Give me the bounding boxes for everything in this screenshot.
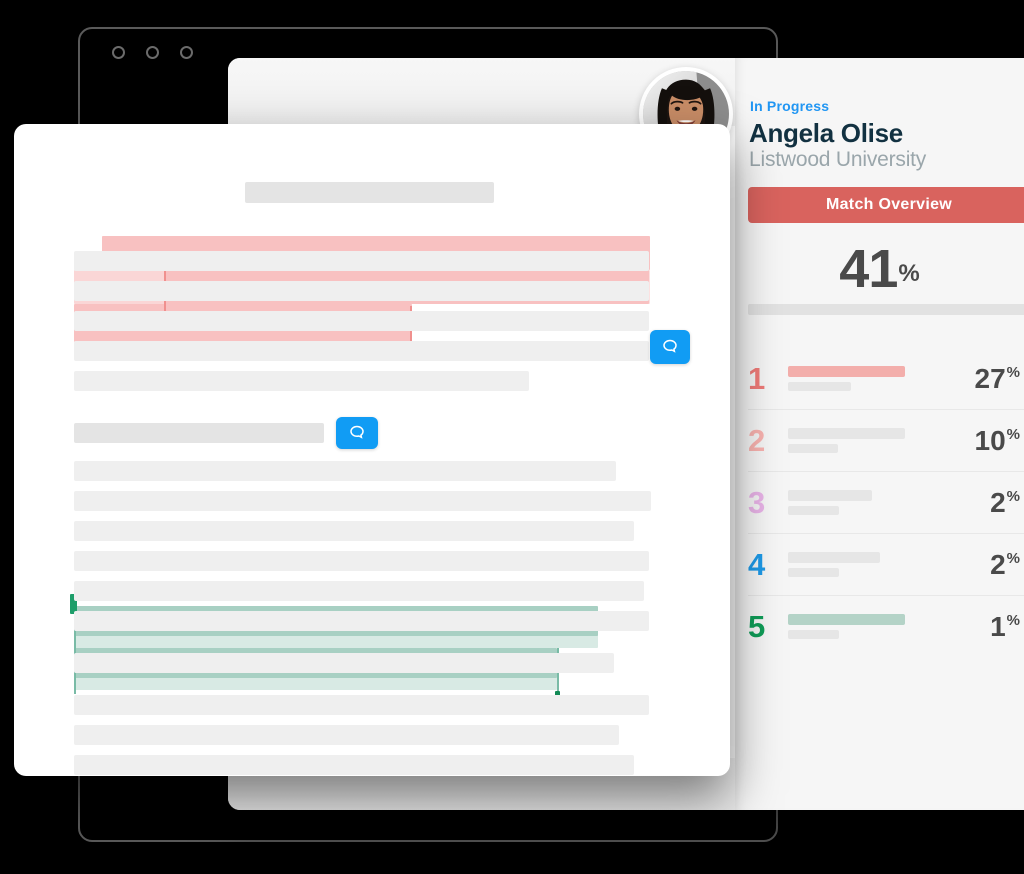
rank-value: 10% [946,425,1024,457]
screenshot-stage: In Progress Angela Olise Listwood Univer… [0,0,1024,874]
panel-divider [748,304,1024,315]
candidate-organization: Listwood University [749,148,927,171]
text-line [74,611,649,631]
rank-value-number: 10 [974,424,1006,456]
text-line [74,695,649,715]
rank-value-percent-sign: % [1006,550,1020,568]
match-ranking-row[interactable]: 5 1% [748,596,1024,657]
text-line [74,281,649,301]
text-line [74,341,649,361]
match-score-percent-sign: % [898,259,920,287]
rank-value-percent-sign: % [1006,488,1020,506]
rank-value-percent-sign: % [1006,612,1020,630]
speech-bubble-icon [350,425,364,439]
speech-bubble-icon [663,339,677,353]
rank-bar-group [788,366,946,391]
text-line [74,551,649,571]
rank-value-number: 2 [990,548,1006,580]
rank-number: 2 [748,423,766,458]
text-line [74,311,649,331]
match-score: 41% [735,238,1024,300]
rank-value: 1% [946,611,1024,643]
maximize-dot-icon[interactable] [146,46,159,59]
rank-primary-bar [788,428,905,439]
rank-bar-group [788,552,946,577]
minimize-dot-icon[interactable] [112,46,125,59]
window-traffic-lights [112,46,193,59]
document-card [14,124,730,776]
candidate-name: Angela Olise [749,118,903,148]
rank-primary-bar [788,552,880,563]
match-ranking-row[interactable]: 2 10% [748,410,1024,472]
rank-primary-bar [788,490,872,501]
match-ranking-list: 1 27% 2 10% 3 2% 4 2% 5 1% [748,348,1024,657]
text-line [74,653,614,673]
rank-value-percent-sign: % [1006,364,1020,382]
rank-value-number: 1 [990,610,1006,642]
rank-bar-group [788,428,946,453]
text-line [74,491,651,511]
text-line [74,371,529,391]
text-line [74,755,634,775]
match-ranking-row[interactable]: 1 27% [748,348,1024,410]
rank-bar-group [788,614,946,639]
rank-value: 2% [946,487,1024,519]
text-line [74,251,649,271]
comment-chip-paragraph[interactable] [336,417,378,449]
match-score-value: 41 [839,239,898,299]
rank-primary-bar [788,366,905,377]
rank-value-number: 2 [990,486,1006,518]
rank-secondary-bar [788,568,839,577]
text-line [74,581,644,601]
rank-secondary-bar [788,506,839,515]
comment-chip-highlight-red[interactable] [650,330,690,364]
rank-secondary-bar [788,382,851,391]
rank-value: 2% [946,549,1024,581]
match-ranking-row[interactable]: 4 2% [748,534,1024,596]
match-ranking-row[interactable]: 3 2% [748,472,1024,534]
close-dot-icon[interactable] [180,46,193,59]
rank-secondary-bar [788,444,838,453]
match-overview-panel: In Progress Angela Olise Listwood Univer… [735,58,1024,810]
rank-value: 27% [946,363,1024,395]
rank-number: 5 [748,609,766,644]
rank-bar-group [788,490,946,515]
document-title-placeholder [245,182,494,203]
rank-number: 1 [748,361,766,396]
status-badge: In Progress [750,98,830,114]
text-line [74,725,619,745]
rank-primary-bar [788,614,905,625]
rank-value-percent-sign: % [1006,426,1020,444]
text-line-heading [74,423,324,443]
rank-number: 3 [748,485,766,520]
text-line [74,521,634,541]
rank-secondary-bar [788,630,839,639]
match-overview-button[interactable]: Match Overview [748,187,1024,223]
text-line [74,461,616,481]
rank-value-number: 27 [974,362,1006,394]
rank-number: 4 [748,547,766,582]
